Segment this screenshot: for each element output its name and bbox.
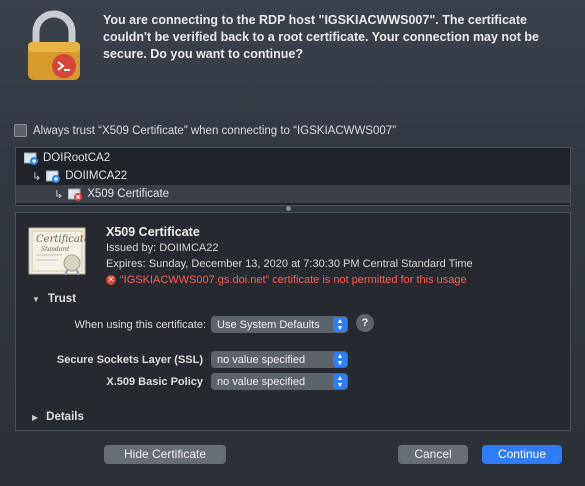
error-icon: ✕	[106, 275, 116, 285]
tree-item-leaf[interactable]: ↳ X509 Certificate	[16, 185, 570, 203]
certificate-details-panel: Certificate Standard X509 Certificate Is…	[15, 212, 571, 431]
always-trust-option[interactable]: Always trust “X509 Certificate” when con…	[14, 124, 396, 137]
expires: Expires: Sunday, December 13, 2020 at 7:…	[106, 258, 473, 270]
x509-policy-label: X.509 Basic Policy	[106, 376, 203, 388]
ssl-label: Secure Sockets Layer (SSL)	[56, 354, 203, 366]
badge-text: Certificate	[36, 234, 86, 245]
split-view-handle[interactable]	[286, 206, 291, 211]
x509-policy-select[interactable]: no value specified ▲ ▼	[211, 373, 348, 390]
when-using-value: Use System Defaults	[217, 318, 320, 331]
popup-arrows-icon: ▲ ▼	[333, 317, 347, 332]
trust-disclosure[interactable]: ▼ Trust	[32, 293, 76, 305]
tree-item-label: DOIIMCA22	[65, 170, 128, 182]
when-using-select[interactable]: Use System Defaults ▲ ▼	[211, 316, 348, 333]
continue-button[interactable]: Continue	[482, 445, 562, 464]
always-trust-label: Always trust “X509 Certificate” when con…	[33, 124, 397, 137]
details-header: Details	[46, 411, 84, 423]
disclosure-closed-icon: ▶	[32, 412, 39, 422]
child-arrow-icon: ↳	[54, 188, 64, 201]
help-button[interactable]: ?	[356, 314, 374, 332]
certificate-title: X509 Certificate	[106, 225, 200, 239]
cancel-button[interactable]: Cancel	[398, 445, 468, 464]
hide-certificate-button[interactable]: Hide Certificate	[104, 445, 226, 464]
tree-item-label: DOIRootCA2	[43, 152, 111, 164]
tree-item-label: X509 Certificate	[87, 188, 170, 200]
certificate-invalid-icon	[67, 188, 83, 201]
when-using-label: When using this certificate:	[74, 319, 206, 331]
issued-by: Issued by: DOIIMCA22	[106, 242, 219, 254]
popup-arrows-icon: ▲ ▼	[333, 352, 347, 367]
certificate-warning: ✕ “IGSKIACWWS007.gs.doi.net” certificate…	[106, 274, 467, 286]
ssl-value: no value specified	[217, 353, 306, 366]
tree-item-root[interactable]: DOIRootCA2	[16, 149, 570, 167]
child-arrow-icon: ↳	[32, 170, 42, 183]
certificate-icon	[23, 152, 38, 165]
popup-arrows-icon: ▲ ▼	[333, 374, 347, 389]
alert-message: You are connecting to the RDP host "IGSK…	[103, 13, 539, 61]
details-disclosure[interactable]: ▶ Details	[32, 411, 84, 423]
certificate-badge-icon: Certificate Standard	[28, 227, 90, 276]
lock-icon	[22, 10, 86, 82]
x509-policy-value: no value specified	[217, 375, 306, 388]
certificate-icon	[45, 170, 61, 183]
warning-text: “IGSKIACWWS007.gs.doi.net” certificate i…	[120, 274, 467, 286]
certificate-chain-tree: DOIRootCA2 ↳ DOIIMCA22 ↳ X509 Certificat…	[15, 147, 571, 206]
trust-header: Trust	[47, 293, 77, 305]
disclosure-open-icon: ▼	[32, 294, 40, 304]
ssl-select[interactable]: no value specified ▲ ▼	[211, 351, 348, 368]
always-trust-checkbox[interactable]	[14, 124, 27, 137]
badge-subtext: Standard	[41, 246, 69, 253]
tree-item-intermediate[interactable]: ↳ DOIIMCA22	[16, 167, 570, 185]
